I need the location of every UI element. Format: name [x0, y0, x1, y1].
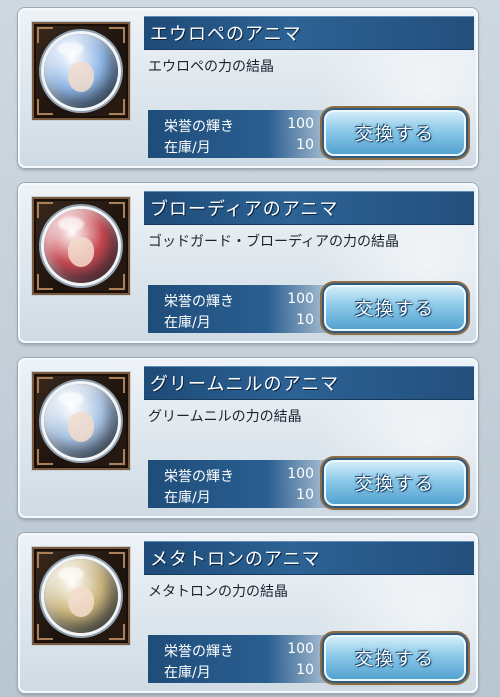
stock-row: 在庫/月 10	[164, 662, 324, 682]
item-name: メタトロンのアニマ	[150, 549, 321, 570]
anima-orb-icon	[44, 384, 118, 458]
stock-value: 10	[296, 137, 314, 153]
exchange-item-card: ブローディアのアニマ ゴッドガード・ブローディアの力の結晶 栄誉の輝き 100 …	[18, 183, 478, 343]
exchange-button[interactable]: 交換する	[324, 285, 466, 331]
cost-row: 栄誉の輝き 100	[164, 641, 324, 661]
exchange-item-card: メタトロンのアニマ メタトロンの力の結晶 栄誉の輝き 100 在庫/月 10 交…	[18, 533, 478, 693]
cost-panel: 栄誉の輝き 100 在庫/月 10	[148, 635, 348, 683]
cost-label: 栄誉の輝き	[164, 119, 234, 135]
item-name: エウロペのアニマ	[150, 24, 302, 45]
cost-value: 100	[287, 466, 314, 482]
stock-label: 在庫/月	[164, 315, 211, 331]
item-icon-frame	[32, 547, 130, 645]
item-icon-frame	[32, 372, 130, 470]
exchange-item-list: エウロペのアニマ エウロペの力の結晶 栄誉の輝き 100 在庫/月 10 交換す…	[0, 0, 500, 697]
item-description: エウロペの力の結晶	[148, 59, 274, 75]
stock-label: 在庫/月	[164, 665, 211, 681]
item-icon-frame	[32, 197, 130, 295]
item-description: ゴッドガード・ブローディアの力の結晶	[148, 234, 400, 250]
cost-value: 100	[287, 116, 314, 132]
anima-orb-icon	[44, 559, 118, 633]
cost-label: 栄誉の輝き	[164, 469, 234, 485]
exchange-button-label: 交換する	[355, 474, 435, 495]
stock-row: 在庫/月 10	[164, 487, 324, 507]
item-description: メタトロンの力の結晶	[148, 584, 288, 600]
exchange-button-label: 交換する	[355, 124, 435, 145]
cost-label: 栄誉の輝き	[164, 294, 234, 310]
exchange-button[interactable]: 交換する	[324, 110, 466, 156]
anima-orb-icon	[44, 34, 118, 108]
cost-panel: 栄誉の輝き 100 在庫/月 10	[148, 285, 348, 333]
exchange-item-card: グリームニルのアニマ グリームニルの力の結晶 栄誉の輝き 100 在庫/月 10…	[18, 358, 478, 518]
stock-row: 在庫/月 10	[164, 137, 324, 157]
exchange-button-label: 交換する	[355, 299, 435, 320]
stock-value: 10	[296, 312, 314, 328]
cost-row: 栄誉の輝き 100	[164, 291, 324, 311]
item-name: グリームニルのアニマ	[150, 374, 340, 395]
exchange-button-label: 交換する	[355, 649, 435, 670]
item-name: ブローディアのアニマ	[150, 199, 339, 220]
cost-label: 栄誉の輝き	[164, 644, 234, 660]
item-title-bar: メタトロンのアニマ	[144, 541, 474, 575]
cost-panel: 栄誉の輝き 100 在庫/月 10	[148, 110, 348, 158]
stock-label: 在庫/月	[164, 490, 211, 506]
item-icon-frame	[32, 22, 130, 120]
stock-label: 在庫/月	[164, 140, 211, 156]
exchange-button[interactable]: 交換する	[324, 460, 466, 506]
exchange-button[interactable]: 交換する	[324, 635, 466, 681]
item-description: グリームニルの力の結晶	[148, 409, 302, 425]
cost-value: 100	[287, 641, 314, 657]
cost-row: 栄誉の輝き 100	[164, 466, 324, 486]
stock-value: 10	[296, 662, 314, 678]
cost-row: 栄誉の輝き 100	[164, 116, 324, 136]
stock-row: 在庫/月 10	[164, 312, 324, 332]
anima-orb-icon	[44, 209, 118, 283]
item-title-bar: グリームニルのアニマ	[144, 366, 474, 400]
stock-value: 10	[296, 487, 314, 503]
exchange-item-card: エウロペのアニマ エウロペの力の結晶 栄誉の輝き 100 在庫/月 10 交換す…	[18, 8, 478, 168]
item-title-bar: ブローディアのアニマ	[144, 191, 474, 225]
cost-value: 100	[287, 291, 314, 307]
item-title-bar: エウロペのアニマ	[144, 16, 474, 50]
cost-panel: 栄誉の輝き 100 在庫/月 10	[148, 460, 348, 508]
